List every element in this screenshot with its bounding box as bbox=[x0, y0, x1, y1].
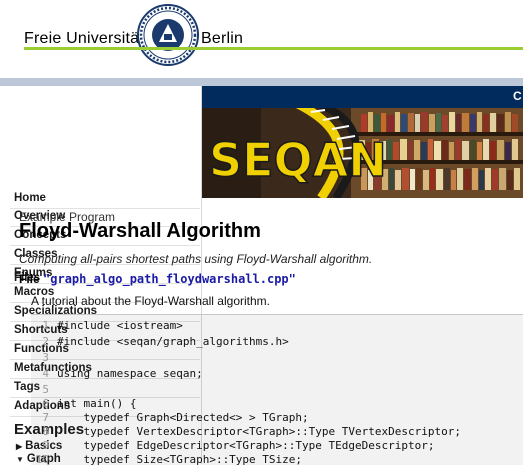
line-number: 5 bbox=[42, 383, 49, 396]
top-nav-bar bbox=[201, 86, 523, 108]
code-text: int main() { bbox=[57, 397, 137, 410]
header-band bbox=[0, 78, 523, 86]
code-line: 8 typedef VertexDescriptor<TGraph>::Type… bbox=[31, 425, 461, 438]
sidebar-item-home[interactable]: Home bbox=[14, 192, 46, 204]
code-line: 10 typedef Size<TGraph>::Type TSize; bbox=[31, 453, 302, 466]
seqan-banner: SEQAN bbox=[201, 108, 523, 198]
code-text: using namespace seqan; bbox=[57, 367, 203, 380]
page-title: Floyd-Warshall Algorithm bbox=[19, 220, 261, 242]
line-number: 8 bbox=[42, 425, 49, 438]
code-text: typedef Graph<Directed<> > TGraph; bbox=[57, 411, 309, 424]
line-number: 1 bbox=[42, 319, 49, 332]
code-line: 1 #include <iostream> bbox=[31, 319, 183, 332]
university-name-left: Freie Universität bbox=[24, 30, 144, 47]
university-seal-icon bbox=[137, 4, 199, 66]
code-text: #include <seqan/graph_algorithms.h> bbox=[57, 335, 289, 348]
triangle-right-icon: ▶ bbox=[16, 442, 23, 451]
line-number: 7 bbox=[42, 411, 49, 424]
code-line: 7 typedef Graph<Directed<> > TGraph; bbox=[31, 411, 309, 424]
top-nav-item[interactable]: C bbox=[513, 89, 522, 103]
triangle-down-icon: ▼ bbox=[16, 455, 24, 464]
line-number: 6 bbox=[42, 397, 49, 410]
file-reference: File "graph_algo_path_floydwarshall.cpp" bbox=[19, 272, 296, 286]
line-number: 3 bbox=[42, 351, 49, 364]
code-line: 9 typedef EdgeDescriptor<TGraph>::Type T… bbox=[31, 439, 435, 452]
file-label: File bbox=[19, 272, 40, 286]
code-text: #include <iostream> bbox=[57, 319, 183, 332]
code-line: 4 using namespace seqan; bbox=[31, 367, 203, 380]
seqan-logo-text: SEQAN bbox=[209, 133, 387, 187]
code-line: 2 #include <seqan/graph_algorithms.h> bbox=[31, 335, 289, 348]
line-number: 4 bbox=[42, 367, 49, 380]
university-name-right: Berlin bbox=[201, 30, 244, 47]
nav-divider bbox=[10, 208, 200, 209]
code-line: 5 bbox=[31, 383, 57, 396]
code-line: 6 int main() { bbox=[31, 397, 136, 410]
line-number: 10 bbox=[35, 453, 49, 466]
page-subtitle: Computing all-pairs shortest paths using… bbox=[19, 252, 373, 266]
nav-divider bbox=[10, 245, 200, 246]
code-text: typedef Size<TGraph>::Type TSize; bbox=[57, 453, 303, 466]
page-description: A tutorial about the Floyd-Warshall algo… bbox=[31, 294, 270, 308]
code-line: 3 bbox=[31, 351, 57, 364]
code-listing: 1 #include <iostream> 2 #include <seqan/gr… bbox=[31, 314, 523, 466]
code-text: typedef EdgeDescriptor<TGraph>::Type TEd… bbox=[57, 439, 435, 452]
line-number: 9 bbox=[42, 439, 49, 452]
line-number: 2 bbox=[42, 335, 49, 348]
code-text: typedef VertexDescriptor<TGraph>::Type T… bbox=[57, 425, 461, 438]
file-link[interactable]: "graph_algo_path_floydwarshall.cpp" bbox=[43, 272, 296, 286]
header-divider bbox=[24, 47, 523, 50]
